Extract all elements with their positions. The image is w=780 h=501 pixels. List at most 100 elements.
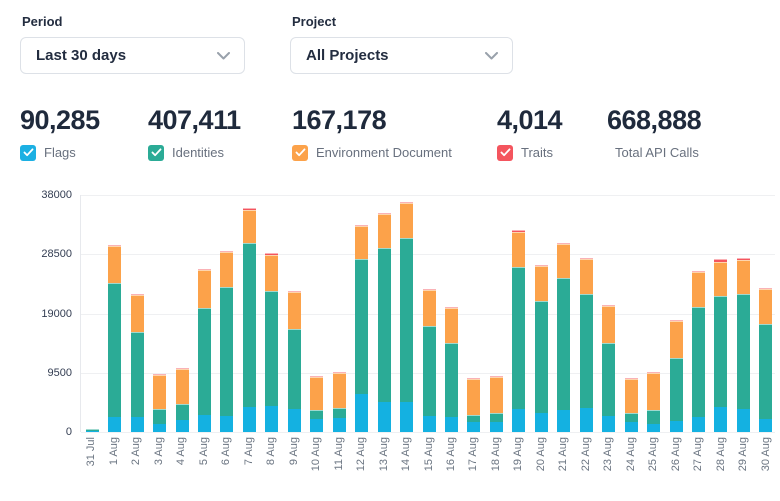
bar-segment-environment-document[interactable] [288, 292, 301, 329]
bar-segment-identities[interactable] [400, 238, 413, 401]
bar-segment-environment-document[interactable] [490, 377, 503, 413]
stacked-bar-5-aug[interactable] [198, 269, 211, 432]
bar-segment-identities[interactable] [535, 301, 548, 413]
bar-segment-environment-document[interactable] [647, 373, 660, 410]
bar-segment-environment-document[interactable] [692, 272, 705, 306]
stacked-bar-22-aug[interactable] [580, 258, 593, 432]
bar-segment-flags[interactable] [355, 394, 368, 432]
bar-segment-flags[interactable] [647, 424, 660, 432]
bar-segment-identities[interactable] [355, 259, 368, 394]
bar-segment-environment-document[interactable] [400, 203, 413, 238]
stacked-bar-13-aug[interactable] [378, 213, 391, 432]
bar-segment-flags[interactable] [692, 417, 705, 432]
stacked-bar-27-aug[interactable] [692, 271, 705, 432]
bar-segment-identities[interactable] [512, 267, 525, 409]
stacked-bar-23-aug[interactable] [602, 305, 615, 432]
bar-segment-flags[interactable] [602, 416, 615, 432]
bar-segment-environment-document[interactable] [108, 246, 121, 283]
bar-segment-flags[interactable] [625, 422, 638, 432]
bar-segment-environment-document[interactable] [333, 373, 346, 408]
stacked-bar-16-aug[interactable] [445, 307, 458, 432]
bar-segment-flags[interactable] [557, 410, 570, 432]
identities-checkbox[interactable] [148, 145, 164, 161]
stacked-bar-4-aug[interactable] [176, 368, 189, 432]
bar-segment-environment-document[interactable] [243, 210, 256, 243]
bar-segment-identities[interactable] [333, 408, 346, 418]
stacked-bar-12-aug[interactable] [355, 225, 368, 432]
bar-segment-identities[interactable] [310, 410, 323, 419]
bar-segment-identities[interactable] [714, 296, 727, 408]
bar-segment-identities[interactable] [288, 329, 301, 409]
stacked-bar-11-aug[interactable] [333, 372, 346, 432]
bar-segment-identities[interactable] [153, 409, 166, 424]
bar-segment-identities[interactable] [176, 404, 189, 420]
bar-segment-environment-document[interactable] [265, 255, 278, 291]
bar-segment-flags[interactable] [265, 406, 278, 432]
bar-segment-environment-document[interactable] [153, 375, 166, 409]
stacked-bar-25-aug[interactable] [647, 372, 660, 432]
traits-checkbox[interactable] [497, 145, 513, 161]
bar-segment-environment-document[interactable] [310, 377, 323, 410]
bar-segment-identities[interactable] [467, 415, 480, 422]
stacked-bar-26-aug[interactable] [670, 320, 683, 432]
project-select[interactable]: All Projects [290, 37, 513, 74]
bar-segment-flags[interactable] [423, 416, 436, 432]
bar-segment-flags[interactable] [310, 419, 323, 432]
bar-segment-environment-document[interactable] [131, 295, 144, 332]
stacked-bar-20-aug[interactable] [535, 265, 548, 432]
bar-segment-identities[interactable] [737, 294, 750, 409]
stacked-bar-3-aug[interactable] [153, 374, 166, 432]
stacked-bar-31-jul[interactable] [86, 429, 99, 432]
flags-checkbox[interactable] [20, 145, 36, 161]
bar-segment-flags[interactable] [378, 402, 391, 432]
period-select[interactable]: Last 30 days [20, 37, 245, 74]
bar-segment-identities[interactable] [647, 410, 660, 424]
bar-segment-identities[interactable] [243, 243, 256, 407]
bar-segment-environment-document[interactable] [670, 321, 683, 358]
bar-segment-environment-document[interactable] [355, 226, 368, 259]
bar-segment-identities[interactable] [580, 294, 593, 408]
stacked-bar-21-aug[interactable] [557, 243, 570, 432]
bar-segment-environment-document[interactable] [445, 308, 458, 344]
bar-segment-environment-document[interactable] [625, 379, 638, 413]
stacked-bar-30-aug[interactable] [759, 288, 772, 432]
bar-segment-flags[interactable] [737, 409, 750, 432]
bar-segment-identities[interactable] [602, 343, 615, 415]
bar-segment-environment-document[interactable] [714, 262, 727, 296]
bar-segment-flags[interactable] [714, 407, 727, 432]
stacked-bar-19-aug[interactable] [512, 230, 525, 432]
bar-segment-identities[interactable] [265, 291, 278, 406]
bar-segment-environment-document[interactable] [759, 289, 772, 324]
bar-segment-environment-document[interactable] [378, 214, 391, 248]
bar-segment-flags[interactable] [333, 418, 346, 432]
bar-segment-flags[interactable] [580, 408, 593, 432]
bar-segment-identities[interactable] [692, 307, 705, 418]
bar-segment-identities[interactable] [670, 358, 683, 421]
bar-segment-environment-document[interactable] [512, 232, 525, 267]
stacked-bar-28-aug[interactable] [714, 259, 727, 432]
bar-segment-environment-document[interactable] [737, 260, 750, 294]
bar-segment-flags[interactable] [243, 407, 256, 432]
stacked-bar-29-aug[interactable] [737, 258, 750, 432]
bar-segment-flags[interactable] [288, 409, 301, 432]
bar-segment-flags[interactable] [490, 422, 503, 432]
stacked-bar-24-aug[interactable] [625, 378, 638, 432]
environment-document-checkbox[interactable] [292, 145, 308, 161]
bar-segment-flags[interactable] [220, 416, 233, 432]
bar-segment-identities[interactable] [423, 326, 436, 416]
stacked-bar-15-aug[interactable] [423, 289, 436, 432]
stacked-bar-7-aug[interactable] [243, 208, 256, 432]
bar-segment-identities[interactable] [378, 248, 391, 402]
bar-segment-flags[interactable] [759, 419, 772, 432]
bar-segment-flags[interactable] [400, 402, 413, 432]
stacked-bar-8-aug[interactable] [265, 253, 278, 432]
stacked-bar-17-aug[interactable] [467, 378, 480, 432]
bar-segment-flags[interactable] [535, 413, 548, 432]
bar-segment-identities[interactable] [108, 283, 121, 417]
bar-segment-environment-document[interactable] [198, 270, 211, 307]
bar-segment-flags[interactable] [467, 422, 480, 432]
bar-segment-identities[interactable] [131, 332, 144, 417]
bar-segment-flags[interactable] [131, 417, 144, 432]
bar-segment-flags[interactable] [153, 424, 166, 432]
bar-segment-environment-document[interactable] [423, 290, 436, 326]
